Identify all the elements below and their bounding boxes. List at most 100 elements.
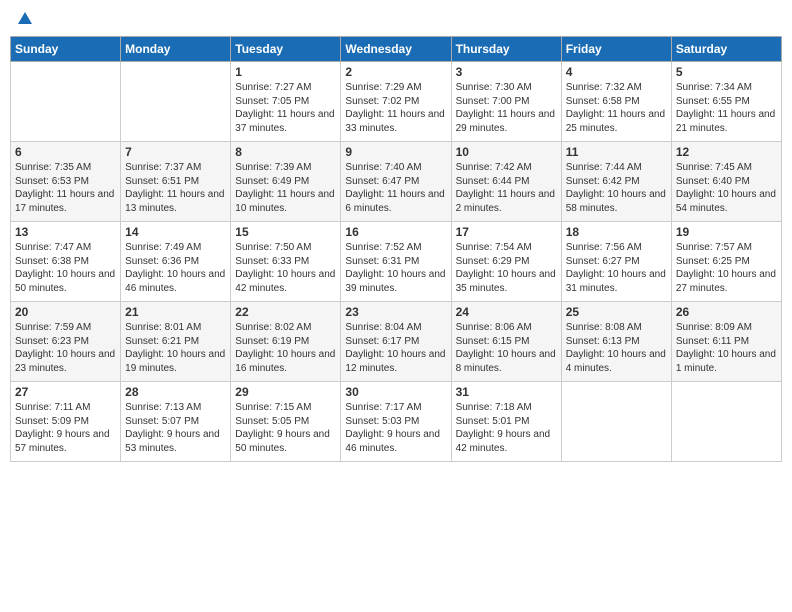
calendar-cell <box>561 382 671 462</box>
day-info: Sunrise: 8:09 AMSunset: 6:11 PMDaylight:… <box>676 321 777 375</box>
logo-icon <box>16 10 34 28</box>
day-info: Sunrise: 7:49 AMSunset: 6:36 PMDaylight:… <box>125 241 226 295</box>
day-info: Sunrise: 8:01 AMSunset: 6:21 PMDaylight:… <box>125 321 226 375</box>
day-number: 18 <box>566 225 667 239</box>
day-number: 1 <box>235 65 336 79</box>
page-header <box>10 10 782 28</box>
calendar-cell: 13Sunrise: 7:47 AMSunset: 6:38 PMDayligh… <box>11 222 121 302</box>
calendar-cell: 18 Sunrise: 7:56 AMSunset: 6:27 PMDayligh… <box>561 222 671 302</box>
day-number: 7 <box>125 145 226 159</box>
day-number: 9 <box>345 145 446 159</box>
day-number: 27 <box>15 385 116 399</box>
weekday-header: Tuesday <box>231 37 341 62</box>
day-info: Sunrise: 7:50 AMSunset: 6:33 PMDaylight:… <box>235 241 336 295</box>
day-info: Sunrise: 7:32 AMSunset: 6:58 PMDaylight:… <box>566 81 667 135</box>
calendar-cell: 15 Sunrise: 7:50 AMSunset: 6:33 PMDayligh… <box>231 222 341 302</box>
day-info: Sunrise: 8:08 AMSunset: 6:13 PMDaylight:… <box>566 321 667 375</box>
day-number: 10 <box>456 145 557 159</box>
day-info: Sunrise: 7:40 AMSunset: 6:47 PMDaylight:… <box>345 161 446 215</box>
day-info: Sunrise: 7:37 AMSunset: 6:51 PMDaylight:… <box>125 161 226 215</box>
calendar-cell: 21 Sunrise: 8:01 AMSunset: 6:21 PMDayligh… <box>121 302 231 382</box>
day-info: Sunrise: 7:57 AMSunset: 6:25 PMDaylight:… <box>676 241 777 295</box>
day-info: Sunrise: 8:06 AMSunset: 6:15 PMDaylight:… <box>456 321 557 375</box>
day-number: 11 <box>566 145 667 159</box>
day-info: Sunrise: 7:44 AMSunset: 6:42 PMDaylight:… <box>566 161 667 215</box>
day-number: 5 <box>676 65 777 79</box>
day-number: 12 <box>676 145 777 159</box>
day-number: 24 <box>456 305 557 319</box>
day-number: 8 <box>235 145 336 159</box>
calendar-cell: 17Sunrise: 7:54 AMSunset: 6:29 PMDayligh… <box>451 222 561 302</box>
calendar-cell: 16 Sunrise: 7:52 AMSunset: 6:31 PMDayligh… <box>341 222 451 302</box>
calendar-cell: 8 Sunrise: 7:39 AMSunset: 6:49 PMDaylight… <box>231 142 341 222</box>
day-info: Sunrise: 8:02 AMSunset: 6:19 PMDaylight:… <box>235 321 336 375</box>
day-info: Sunrise: 7:34 AMSunset: 6:55 PMDaylight:… <box>676 81 777 135</box>
day-number: 31 <box>456 385 557 399</box>
day-number: 15 <box>235 225 336 239</box>
calendar-cell: 31 Sunrise: 7:18 AMSunset: 5:01 PMDayligh… <box>451 382 561 462</box>
day-number: 17 <box>456 225 557 239</box>
day-info: Sunrise: 7:18 AMSunset: 5:01 PMDaylight:… <box>456 401 557 455</box>
calendar-cell <box>11 62 121 142</box>
day-number: 16 <box>345 225 446 239</box>
day-number: 25 <box>566 305 667 319</box>
calendar-cell: 10 Sunrise: 7:42 AMSunset: 6:44 PMDayligh… <box>451 142 561 222</box>
day-info: Sunrise: 7:56 AMSunset: 6:27 PMDaylight:… <box>566 241 667 295</box>
calendar-cell: 27 Sunrise: 7:11 AMSunset: 5:09 PMDayligh… <box>11 382 121 462</box>
calendar-cell: 26 Sunrise: 8:09 AMSunset: 6:11 PMDayligh… <box>671 302 781 382</box>
day-info: Sunrise: 7:29 AMSunset: 7:02 PMDaylight:… <box>345 81 446 135</box>
day-info: Sunrise: 7:39 AMSunset: 6:49 PMDaylight:… <box>235 161 336 215</box>
weekday-header: Thursday <box>451 37 561 62</box>
weekday-header: Sunday <box>11 37 121 62</box>
weekday-header: Monday <box>121 37 231 62</box>
calendar-cell: 20Sunrise: 7:59 AMSunset: 6:23 PMDayligh… <box>11 302 121 382</box>
day-number: 26 <box>676 305 777 319</box>
day-number: 3 <box>456 65 557 79</box>
day-number: 2 <box>345 65 446 79</box>
day-info: Sunrise: 7:52 AMSunset: 6:31 PMDaylight:… <box>345 241 446 295</box>
calendar-cell: 30 Sunrise: 7:17 AMSunset: 5:03 PMDayligh… <box>341 382 451 462</box>
calendar-cell: 25 Sunrise: 8:08 AMSunset: 6:13 PMDayligh… <box>561 302 671 382</box>
calendar-cell: 12 Sunrise: 7:45 AMSunset: 6:40 PMDayligh… <box>671 142 781 222</box>
day-info: Sunrise: 7:27 AMSunset: 7:05 PMDaylight:… <box>235 81 336 135</box>
day-info: Sunrise: 7:30 AMSunset: 7:00 PMDaylight:… <box>456 81 557 135</box>
calendar-cell: 24 Sunrise: 8:06 AMSunset: 6:15 PMDayligh… <box>451 302 561 382</box>
day-number: 30 <box>345 385 446 399</box>
day-number: 14 <box>125 225 226 239</box>
day-info: Sunrise: 7:17 AMSunset: 5:03 PMDaylight:… <box>345 401 446 455</box>
day-info: Sunrise: 7:59 AMSunset: 6:23 PMDaylight:… <box>15 321 116 375</box>
calendar-cell: 28 Sunrise: 7:13 AMSunset: 5:07 PMDayligh… <box>121 382 231 462</box>
weekday-header: Friday <box>561 37 671 62</box>
logo <box>14 10 34 28</box>
day-info: Sunrise: 7:35 AMSunset: 6:53 PMDaylight:… <box>15 161 116 215</box>
calendar-cell: 19 Sunrise: 7:57 AMSunset: 6:25 PMDayligh… <box>671 222 781 302</box>
day-info: Sunrise: 7:15 AMSunset: 5:05 PMDaylight:… <box>235 401 336 455</box>
weekday-header: Wednesday <box>341 37 451 62</box>
calendar-cell: 9 Sunrise: 7:40 AMSunset: 6:47 PMDaylight… <box>341 142 451 222</box>
calendar-cell <box>121 62 231 142</box>
day-info: Sunrise: 7:47 AMSunset: 6:38 PMDaylight:… <box>15 241 116 295</box>
day-number: 4 <box>566 65 667 79</box>
calendar-cell: 7 Sunrise: 7:37 AMSunset: 6:51 PMDaylight… <box>121 142 231 222</box>
day-info: Sunrise: 7:42 AMSunset: 6:44 PMDaylight:… <box>456 161 557 215</box>
day-info: Sunrise: 7:13 AMSunset: 5:07 PMDaylight:… <box>125 401 226 455</box>
calendar-cell: 4 Sunrise: 7:32 AMSunset: 6:58 PMDaylight… <box>561 62 671 142</box>
day-number: 19 <box>676 225 777 239</box>
day-number: 22 <box>235 305 336 319</box>
calendar-cell <box>671 382 781 462</box>
calendar-cell: 2 Sunrise: 7:29 AMSunset: 7:02 PMDaylight… <box>341 62 451 142</box>
calendar-cell: 6Sunrise: 7:35 AMSunset: 6:53 PMDaylight… <box>11 142 121 222</box>
day-number: 23 <box>345 305 446 319</box>
day-info: Sunrise: 7:11 AMSunset: 5:09 PMDaylight:… <box>15 401 116 455</box>
calendar-cell: 23 Sunrise: 8:04 AMSunset: 6:17 PMDayligh… <box>341 302 451 382</box>
day-info: Sunrise: 7:45 AMSunset: 6:40 PMDaylight:… <box>676 161 777 215</box>
day-info: Sunrise: 8:04 AMSunset: 6:17 PMDaylight:… <box>345 321 446 375</box>
calendar-cell: 3 Sunrise: 7:30 AMSunset: 7:00 PMDaylight… <box>451 62 561 142</box>
calendar-cell: 22 Sunrise: 8:02 AMSunset: 6:19 PMDayligh… <box>231 302 341 382</box>
day-number: 21 <box>125 305 226 319</box>
day-number: 29 <box>235 385 336 399</box>
calendar-table: SundayMondayTuesdayWednesdayThursdayFrid… <box>10 36 782 462</box>
calendar-cell: 11 Sunrise: 7:44 AMSunset: 6:42 PMDayligh… <box>561 142 671 222</box>
calendar-cell: 1 Sunrise: 7:27 AMSunset: 7:05 PMDaylight… <box>231 62 341 142</box>
day-number: 28 <box>125 385 226 399</box>
